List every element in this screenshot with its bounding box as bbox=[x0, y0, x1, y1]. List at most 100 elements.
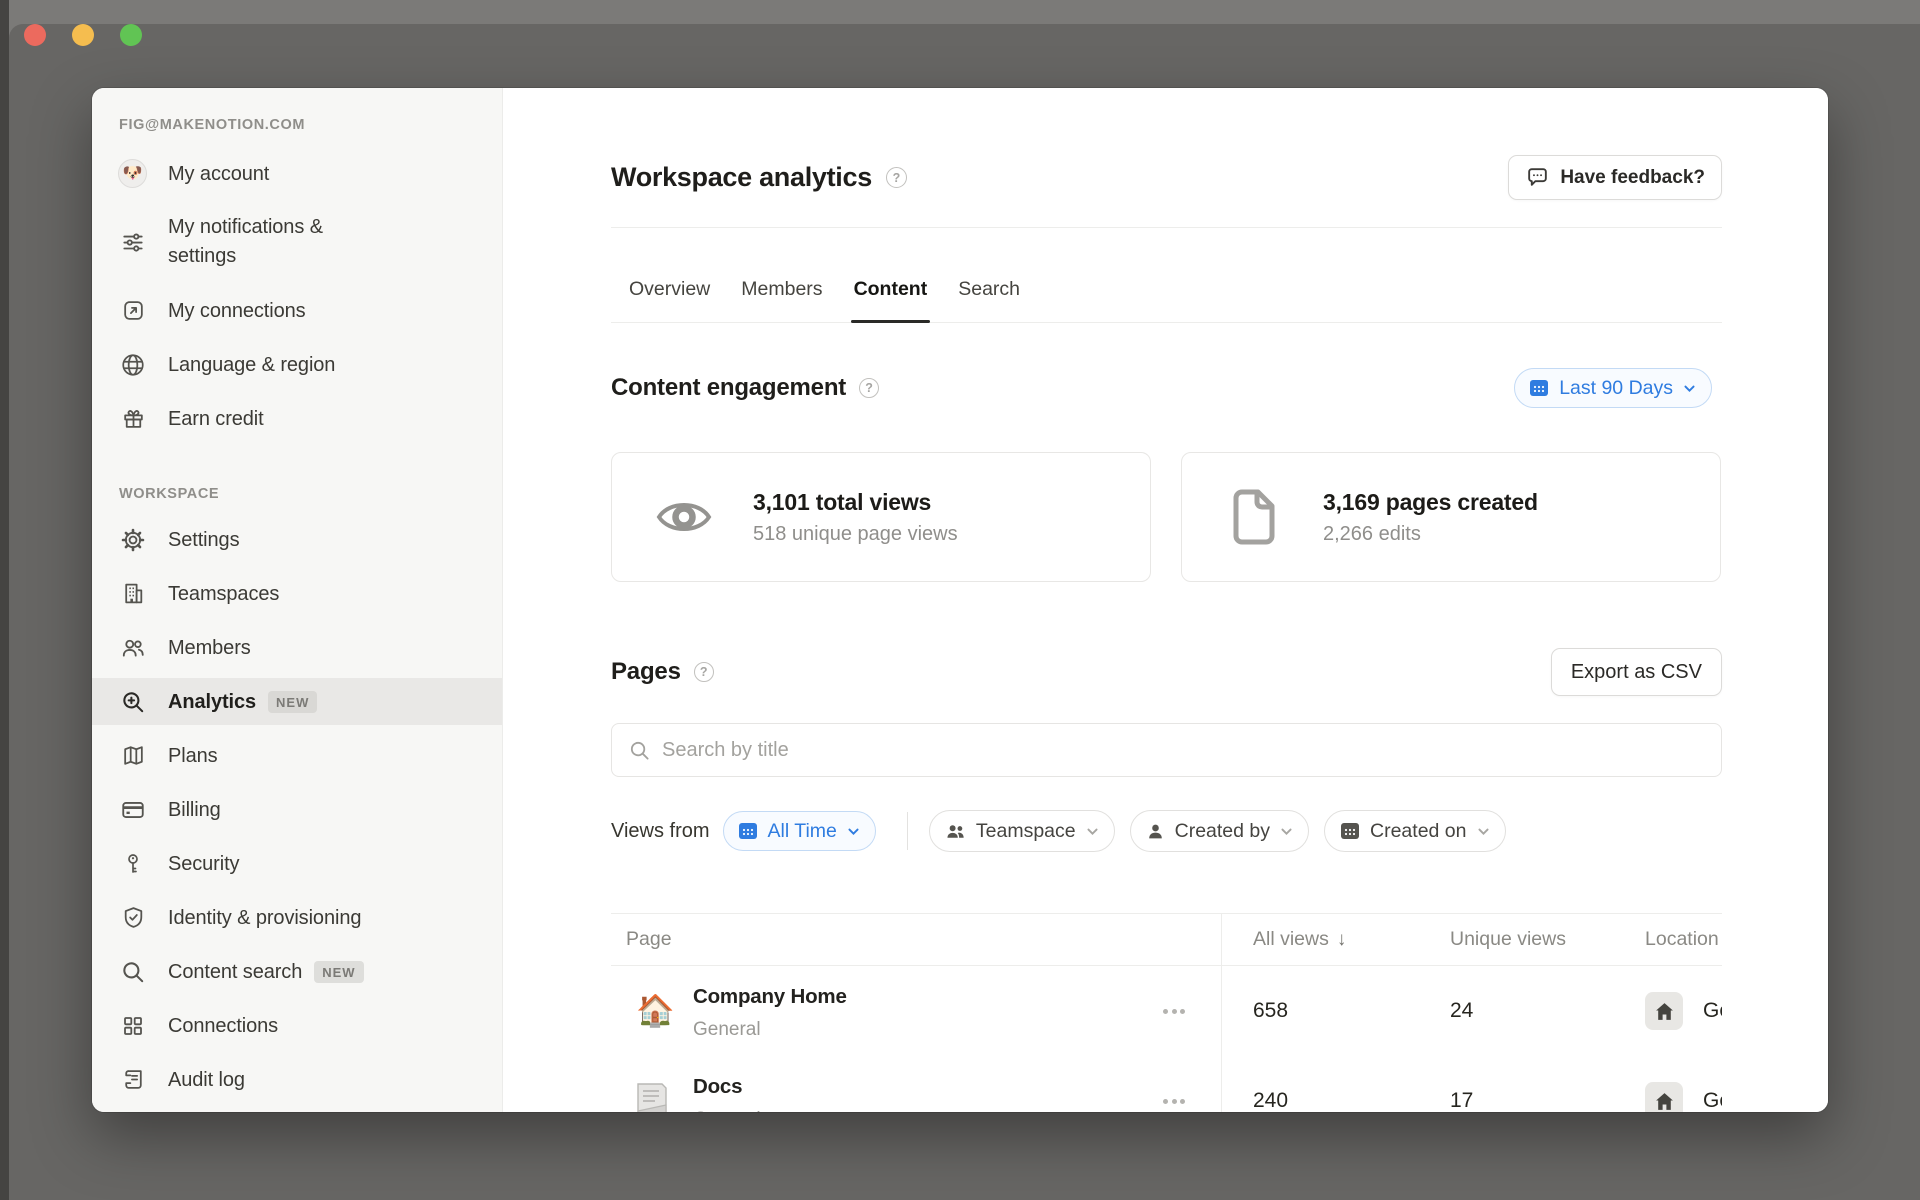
sidebar-item-billing[interactable]: Billing bbox=[92, 786, 502, 833]
page-title-cell[interactable]: Company Home bbox=[693, 984, 847, 1010]
date-range-filter[interactable]: Last 90 Days bbox=[1514, 368, 1712, 408]
account-email-label: FIG@MAKENOTION.COM bbox=[92, 117, 502, 133]
help-icon[interactable]: ? bbox=[886, 167, 907, 188]
window-controls bbox=[24, 24, 142, 46]
sliders-icon bbox=[118, 229, 148, 255]
have-feedback-label: Have feedback? bbox=[1560, 167, 1705, 189]
analytics-search-icon bbox=[118, 689, 148, 715]
gear-icon bbox=[118, 527, 148, 553]
globe-icon bbox=[118, 352, 148, 378]
teamspace-filter[interactable]: Teamspace bbox=[929, 810, 1115, 852]
created-by-filter[interactable]: Created by bbox=[1130, 810, 1309, 852]
shield-check-icon bbox=[118, 905, 148, 930]
sidebar-item-label: Security bbox=[168, 846, 239, 882]
chat-bubble-icon bbox=[1525, 165, 1550, 190]
calendar-icon bbox=[737, 820, 759, 842]
sidebar-item-my-notifications-settings[interactable]: My notifications & settings bbox=[92, 204, 502, 280]
tab-overview[interactable]: Overview bbox=[629, 277, 710, 322]
sidebar-item-security[interactable]: Security bbox=[92, 840, 502, 887]
sidebar-item-language-region[interactable]: Language & region bbox=[92, 341, 502, 388]
sidebar-item-label: Settings bbox=[168, 522, 239, 558]
page-document-icon bbox=[636, 1081, 672, 1112]
minimize-window-button[interactable] bbox=[72, 24, 94, 46]
column-header-unique-views[interactable]: Unique views bbox=[1418, 928, 1613, 951]
column-header-all-views[interactable]: All views ↓ bbox=[1221, 928, 1418, 951]
scroll-icon bbox=[118, 1067, 148, 1092]
people-icon bbox=[118, 635, 148, 661]
column-header-location[interactable]: Location bbox=[1613, 928, 1722, 951]
sidebar-item-my-account[interactable]: 🐶 My account bbox=[92, 150, 502, 197]
map-icon bbox=[118, 743, 148, 768]
content-engagement-heading: Content engagement bbox=[611, 372, 846, 404]
page-teamspace-label: General bbox=[693, 1108, 761, 1113]
more-options-button[interactable] bbox=[1156, 998, 1192, 1024]
search-by-title-input[interactable] bbox=[662, 739, 1705, 762]
notion-settings-window: FIG@MAKENOTION.COM 🐶 My account My notif… bbox=[92, 88, 1828, 1112]
teamspace-filter-label: Teamspace bbox=[976, 820, 1076, 843]
sidebar-item-teamspaces[interactable]: Teamspaces bbox=[92, 570, 502, 617]
sort-descending-icon: ↓ bbox=[1337, 929, 1347, 951]
table-row[interactable]: 🏠 Company Home General 658 24 General bbox=[611, 966, 1722, 1056]
person-icon bbox=[1145, 821, 1166, 842]
pages-heading: Pages bbox=[611, 656, 681, 688]
tab-content[interactable]: Content bbox=[854, 277, 928, 322]
tab-search[interactable]: Search bbox=[958, 277, 1020, 322]
column-header-page[interactable]: Page bbox=[611, 928, 1221, 951]
date-range-label: Last 90 Days bbox=[1559, 377, 1673, 400]
sidebar-item-my-connections[interactable]: My connections bbox=[92, 287, 502, 334]
help-icon[interactable]: ? bbox=[694, 662, 714, 682]
created-on-filter[interactable]: Created on bbox=[1324, 810, 1505, 852]
tab-members[interactable]: Members bbox=[741, 277, 822, 322]
building-icon bbox=[118, 581, 148, 606]
zoom-window-button[interactable] bbox=[120, 24, 142, 46]
sidebar-item-label: My account bbox=[168, 156, 269, 192]
page-search-field bbox=[611, 723, 1722, 777]
sidebar-item-connections[interactable]: Connections bbox=[92, 1002, 502, 1049]
sidebar-item-label: Connections bbox=[168, 1008, 278, 1044]
eye-icon bbox=[655, 496, 713, 538]
key-icon bbox=[118, 852, 148, 876]
all-views-value: 240 bbox=[1221, 1089, 1418, 1112]
user-avatar: 🐶 bbox=[118, 159, 147, 188]
people-icon bbox=[944, 820, 967, 843]
arrow-up-right-icon bbox=[118, 298, 148, 323]
table-row[interactable]: Docs General 240 17 General bbox=[611, 1056, 1722, 1112]
analytics-main-pane: Workspace analytics ? Have feedback? Ove… bbox=[503, 88, 1828, 1112]
page-teamspace-label: General bbox=[693, 1018, 847, 1042]
created-by-filter-label: Created by bbox=[1175, 820, 1270, 843]
total-views-card: 3,101 total views 518 unique page views bbox=[611, 452, 1151, 582]
sidebar-item-label: Billing bbox=[168, 792, 221, 828]
views-time-filter[interactable]: All Time bbox=[723, 811, 876, 851]
all-views-value: 658 bbox=[1221, 999, 1418, 1023]
edits-value: 2,266 edits bbox=[1323, 521, 1538, 547]
pages-created-card: 3,169 pages created 2,266 edits bbox=[1181, 452, 1721, 582]
more-options-button[interactable] bbox=[1156, 1088, 1192, 1112]
page-title-cell[interactable]: Docs bbox=[693, 1074, 761, 1100]
export-csv-button[interactable]: Export as CSV bbox=[1551, 648, 1722, 696]
sidebar-item-identity-provisioning[interactable]: Identity & provisioning bbox=[92, 894, 502, 941]
workspace-section-label: Workspace bbox=[92, 486, 502, 502]
sidebar-item-earn-credit[interactable]: Earn credit bbox=[92, 395, 502, 442]
chevron-down-icon bbox=[1682, 381, 1697, 396]
unique-views-value: 24 bbox=[1418, 999, 1613, 1023]
close-window-button[interactable] bbox=[24, 24, 46, 46]
sidebar-item-audit-log[interactable]: Audit log bbox=[92, 1056, 502, 1103]
total-views-value: 3,101 total views bbox=[753, 487, 958, 517]
sidebar-item-members[interactable]: Members bbox=[92, 624, 502, 671]
have-feedback-button[interactable]: Have feedback? bbox=[1508, 155, 1722, 200]
sidebar-item-settings[interactable]: Settings bbox=[92, 516, 502, 563]
help-icon[interactable]: ? bbox=[859, 378, 879, 398]
sidebar-item-label: Audit log bbox=[168, 1062, 245, 1098]
sidebar-item-label: Members bbox=[168, 630, 251, 666]
sidebar-item-plans[interactable]: Plans bbox=[92, 732, 502, 779]
chevron-down-icon bbox=[1085, 824, 1100, 839]
location-label: General bbox=[1703, 1089, 1722, 1112]
sidebar-item-content-search[interactable]: Content search NEW bbox=[92, 948, 502, 995]
location-label: General bbox=[1703, 999, 1722, 1023]
page-icon bbox=[1225, 489, 1283, 545]
table-column-divider bbox=[1221, 913, 1222, 1112]
column-header-label: All views bbox=[1253, 928, 1329, 951]
views-time-label: All Time bbox=[768, 820, 837, 843]
chevron-down-icon bbox=[846, 824, 861, 839]
sidebar-item-analytics[interactable]: Analytics NEW bbox=[92, 678, 502, 725]
